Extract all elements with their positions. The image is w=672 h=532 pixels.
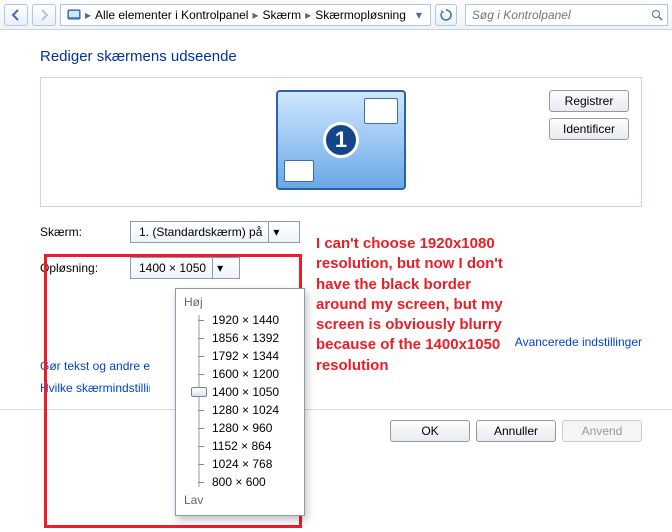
slider-track[interactable] (198, 315, 200, 487)
chevron-down-icon: ▾ (268, 222, 279, 242)
cancel-button[interactable]: Annuller (476, 420, 556, 442)
address-toolbar: ▸ Alle elementer i Kontrolpanel ▸ Skærm … (0, 0, 672, 30)
resolution-option[interactable]: 800 × 600 (212, 473, 296, 491)
search-box[interactable] (465, 4, 668, 26)
resolution-option[interactable]: 1152 × 864 (212, 437, 296, 455)
forward-button[interactable] (32, 4, 56, 26)
search-input[interactable] (470, 7, 647, 23)
resolution-option[interactable]: 1920 × 1440 (212, 311, 296, 329)
control-panel-icon (67, 8, 81, 22)
breadcrumb[interactable]: ▸ Alle elementer i Kontrolpanel ▸ Skærm … (60, 4, 431, 26)
resolution-option[interactable]: 1024 × 768 (212, 455, 296, 473)
slider-thumb[interactable] (191, 387, 207, 397)
apply-button: Anvend (562, 420, 642, 442)
refresh-button[interactable] (435, 4, 457, 26)
ok-button[interactable]: OK (390, 420, 470, 442)
screen-dropdown[interactable]: 1. (Standardskærm) på ▾ (130, 221, 300, 243)
breadcrumb-root[interactable]: Alle elementer i Kontrolpanel (95, 8, 248, 22)
identify-button[interactable]: Identificer (549, 118, 629, 140)
screen-dropdown-value: 1. (Standardskærm) på (139, 225, 262, 239)
search-icon (651, 9, 663, 21)
detect-button[interactable]: Registrer (549, 90, 629, 112)
resolution-option[interactable]: 1792 × 1344 (212, 347, 296, 365)
resolution-slider-popup[interactable]: Høj 1920 × 14401856 × 13921792 × 1344160… (175, 288, 305, 516)
back-button[interactable] (4, 4, 28, 26)
page-heading: Rediger skærmens udseende (40, 48, 642, 65)
breadcrumb-item-resolution[interactable]: Skærmopløsning (315, 8, 406, 22)
display-preview-panel: 1 Registrer Identificer (40, 77, 642, 207)
resolution-option[interactable]: 1600 × 1200 (212, 365, 296, 383)
slider-low-label: Lav (184, 493, 296, 507)
monitor-number: 1 (323, 122, 359, 158)
desktop-thumbnail (364, 98, 398, 124)
resolution-option[interactable]: 1280 × 1024 (212, 401, 296, 419)
resolution-option[interactable]: 1400 × 1050 (212, 383, 296, 401)
slider-high-label: Høj (184, 295, 296, 309)
monitor-preview[interactable]: 1 (276, 90, 406, 190)
resolution-option[interactable]: 1856 × 1392 (212, 329, 296, 347)
annotation-text: I can't choose 1920x1080 resolution, but… (316, 234, 516, 376)
breadcrumb-item-skaerm[interactable]: Skærm (262, 8, 301, 22)
screen-label: Skærm: (40, 225, 120, 239)
resolution-option[interactable]: 1280 × 960 (212, 419, 296, 437)
desktop-thumbnail (284, 160, 314, 182)
